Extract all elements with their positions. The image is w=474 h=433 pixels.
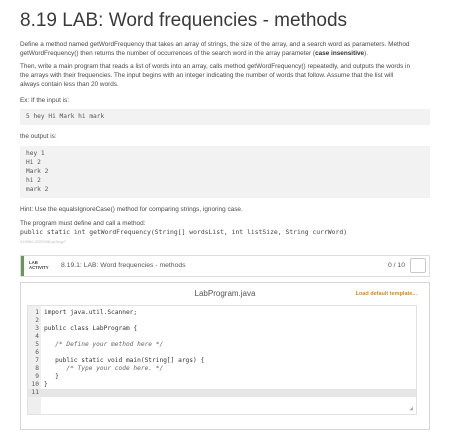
page-title: 8.19 LAB: Word frequencies - methods: [20, 10, 348, 31]
main-desc-line-3: always contain less than 20 words.: [20, 81, 119, 89]
output-example: hey 1 Hi 2 Mark 2 hi 2 mark 2: [20, 146, 430, 198]
code-line[interactable]: 1 import java.util.Scanner;: [28, 309, 416, 317]
output-line: mark 2: [26, 186, 49, 193]
main-desc-line-1: Then, write a main program that reads a …: [20, 63, 411, 70]
lab-activity-tag: LAB ACTIVITY: [21, 256, 55, 276]
code-line[interactable]: 7 public static void main(String[] args)…: [28, 357, 416, 365]
code-line[interactable]: 6: [28, 349, 416, 357]
intro-line-1: Define a method named getWordFrequency t…: [20, 41, 410, 48]
activity-id: 415960.2220398.qx3zqy7: [20, 239, 67, 244]
output-label: the output is:: [20, 133, 57, 140]
code-line[interactable]: 2: [28, 317, 416, 325]
main-desc-line-2: the arrays with their frequencies. The i…: [20, 72, 394, 80]
code-editor-panel: LabProgram.java Load default template...…: [20, 282, 430, 430]
input-example: 5 hey Hi Mark hi mark: [20, 109, 430, 125]
must-define-text: The program must define and call a metho…: [20, 220, 146, 227]
score-badge-icon: [410, 258, 426, 273]
code-line[interactable]: 5 /* Define your method here */: [28, 341, 416, 349]
output-line: hey 1: [26, 150, 45, 157]
output-line: Mark 2: [26, 168, 49, 175]
load-default-template-link[interactable]: Load default template...: [356, 291, 417, 297]
output-line: hi 2: [26, 177, 41, 184]
code-line[interactable]: 3 public class LabProgram {: [28, 325, 416, 333]
code-line-current[interactable]: 11: [28, 389, 416, 397]
lab-activity-header[interactable]: LAB ACTIVITY 8.19.1: LAB: Word frequenci…: [20, 255, 430, 277]
intro-line-2: getWordFrequency() then returns the numb…: [20, 50, 368, 58]
case-insensitive-emphasis: case insensitive: [315, 50, 365, 58]
code-editor[interactable]: 1 import java.util.Scanner; 2 3 public cla…: [27, 305, 417, 415]
code-line[interactable]: 9 }: [28, 373, 416, 381]
code-line[interactable]: 8 /* Type your code here. */: [28, 365, 416, 373]
main-description: Then, write a main program that reads a …: [20, 62, 450, 90]
code-line[interactable]: 4: [28, 333, 416, 341]
code-line[interactable]: 10}: [28, 381, 416, 389]
hint-text: Hint: Use the equalsIgnoreCase() method …: [20, 206, 243, 213]
resize-handle-icon[interactable]: ◢: [409, 405, 413, 412]
output-line: Hi 2: [26, 159, 41, 166]
input-label: Ex: If the input is:: [20, 97, 70, 104]
lab-title: 8.19.1: LAB: Word frequencies - methods: [61, 262, 186, 269]
score-text: 0 / 10: [387, 262, 405, 269]
intro-paragraph: Define a method named getWordFrequency t…: [20, 40, 450, 58]
method-signature: public static int getWordFrequency(Strin…: [20, 228, 348, 236]
